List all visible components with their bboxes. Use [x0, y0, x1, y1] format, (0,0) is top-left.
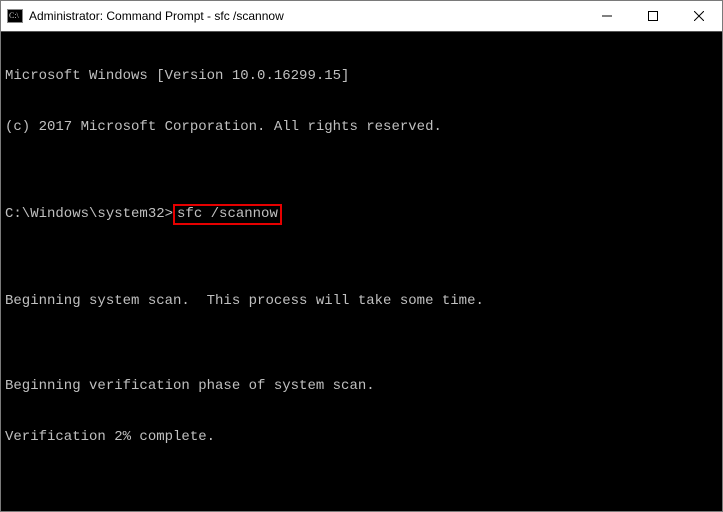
maximize-button[interactable]	[630, 1, 676, 31]
console-line: Verification 2% complete.	[5, 429, 718, 446]
cmd-icon: C:\	[7, 9, 23, 23]
console-line: (c) 2017 Microsoft Corporation. All righ…	[5, 119, 718, 136]
console-line: Beginning verification phase of system s…	[5, 378, 718, 395]
console-line: Beginning system scan. This process will…	[5, 293, 718, 310]
window-title: Administrator: Command Prompt - sfc /sca…	[29, 9, 584, 23]
titlebar[interactable]: C:\ Administrator: Command Prompt - sfc …	[1, 1, 722, 31]
prompt-line: C:\Windows\system32>sfc /scannow	[5, 204, 718, 225]
window-controls	[584, 1, 722, 31]
command-highlight: sfc /scannow	[173, 204, 282, 225]
minimize-button[interactable]	[584, 1, 630, 31]
svg-text:C:\: C:\	[9, 11, 20, 20]
prompt-path: C:\Windows\system32>	[5, 206, 173, 223]
close-button[interactable]	[676, 1, 722, 31]
window: C:\ Administrator: Command Prompt - sfc …	[0, 0, 723, 512]
console-area[interactable]: Microsoft Windows [Version 10.0.16299.15…	[1, 31, 722, 511]
console-line: Microsoft Windows [Version 10.0.16299.15…	[5, 68, 718, 85]
